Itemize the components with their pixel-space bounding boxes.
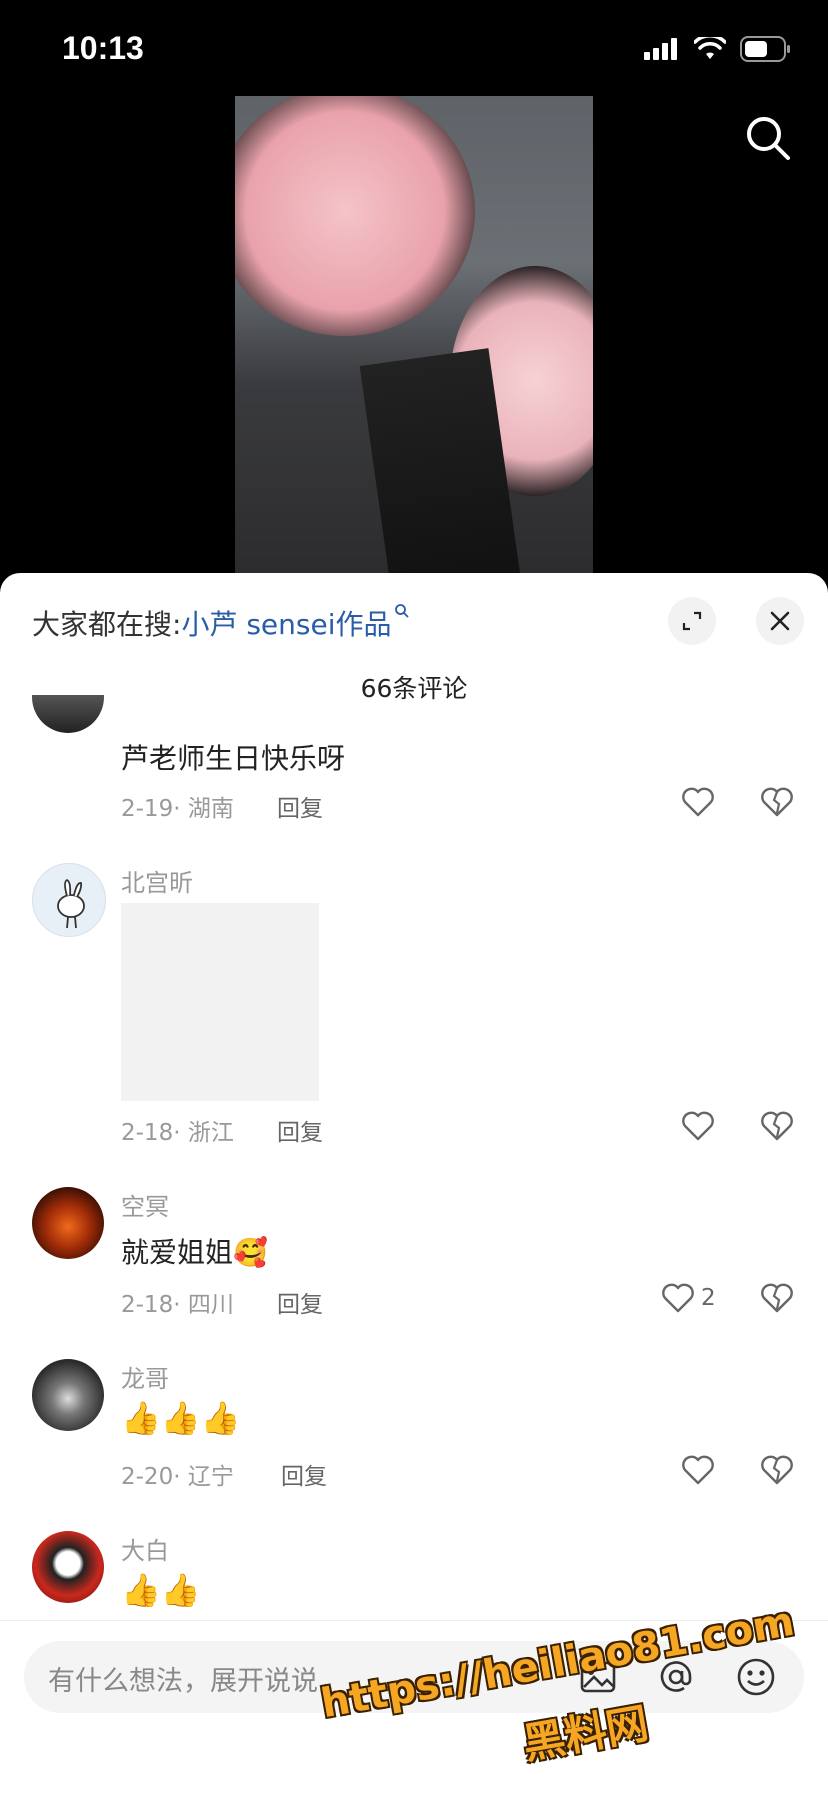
search-prefix: 大家都在搜:	[32, 608, 182, 641]
heart-icon[interactable]	[681, 785, 715, 819]
avatar[interactable]	[32, 1187, 104, 1259]
comment-meta: 2-18· 浙江	[121, 1120, 234, 1146]
wifi-icon	[694, 37, 726, 59]
comment-location: 湖南	[187, 796, 234, 822]
battery-icon	[740, 36, 790, 62]
comment-date: 2-18	[121, 1292, 174, 1318]
broken-heart-icon[interactable]	[760, 1281, 794, 1315]
comment-meta: 2-18· 四川	[121, 1292, 234, 1318]
search-suggestion[interactable]: 大家都在搜:小芦 sensei作品	[32, 603, 410, 643]
comment-date: 2-19	[121, 796, 174, 822]
avatar[interactable]	[32, 863, 106, 937]
status-bar: 10:13	[0, 0, 828, 96]
close-icon	[770, 611, 790, 631]
comment-location: 浙江	[187, 1120, 234, 1146]
rabbit-avatar-icon	[57, 878, 85, 929]
avatar[interactable]	[32, 695, 104, 733]
reply-button[interactable]: 回复	[277, 1113, 323, 1147]
heart-icon[interactable]	[681, 1109, 715, 1143]
comment-username[interactable]: 龙哥	[121, 1359, 169, 1394]
status-icons	[644, 36, 792, 62]
video-frame[interactable]	[235, 96, 593, 574]
comment-date: 2-20	[121, 1464, 174, 1490]
broken-heart-icon[interactable]	[760, 1109, 794, 1143]
emoji: 🥰	[233, 1236, 268, 1269]
heart-icon[interactable]	[661, 1281, 695, 1315]
broken-heart-icon[interactable]	[760, 1453, 794, 1487]
comment-text: 芦老师生日快乐呀	[121, 742, 346, 775]
status-time: 10:13	[62, 30, 144, 66]
expand-button[interactable]	[668, 597, 716, 645]
like-count: 2	[701, 1285, 716, 1311]
comment-emoji-text: 👍👍👍	[121, 1399, 241, 1437]
avatar[interactable]	[32, 1531, 104, 1603]
search-keyword[interactable]: 小芦 sensei作品	[181, 608, 391, 641]
signal-icon	[644, 38, 677, 60]
comment-location: 辽宁	[187, 1464, 234, 1490]
bouquet-image	[235, 96, 475, 336]
comment-text-content: 就爱姐姐	[121, 1236, 234, 1269]
comment-meta: 2-20· 辽宁	[121, 1464, 234, 1490]
reply-button[interactable]: 回复	[277, 789, 323, 823]
comment-username[interactable]: 空冥	[121, 1187, 169, 1222]
comment-meta: 2-19· 湖南	[121, 796, 234, 822]
comment-date: 2-18	[121, 1120, 174, 1146]
comment-count: 66条评论	[360, 674, 468, 703]
reply-button[interactable]: 回复	[281, 1457, 327, 1491]
comment-emoji-text: 👍👍	[121, 1571, 201, 1609]
comment-username[interactable]: 大白	[121, 1531, 169, 1566]
input-placeholder: 有什么想法，展开说说	[48, 1666, 318, 1697]
heart-icon[interactable]	[681, 1453, 715, 1487]
comment-location: 四川	[187, 1292, 234, 1318]
comment-image[interactable]	[121, 903, 319, 1101]
comment-sheet: 大家都在搜:小芦 sensei作品 66条评论 芦老师生日快乐呀 2-19· 湖…	[0, 573, 828, 1792]
small-search-icon	[394, 604, 409, 618]
comment-text: 就爱姐姐🥰	[121, 1231, 268, 1271]
search-icon[interactable]	[742, 112, 794, 164]
avatar[interactable]	[32, 1359, 104, 1431]
broken-heart-icon[interactable]	[760, 785, 794, 819]
expand-icon	[682, 611, 702, 631]
emoji-icon[interactable]	[734, 1655, 778, 1699]
comment-username[interactable]: 北宫昕	[121, 863, 193, 898]
reply-button[interactable]: 回复	[277, 1285, 323, 1319]
close-button[interactable]	[756, 597, 804, 645]
